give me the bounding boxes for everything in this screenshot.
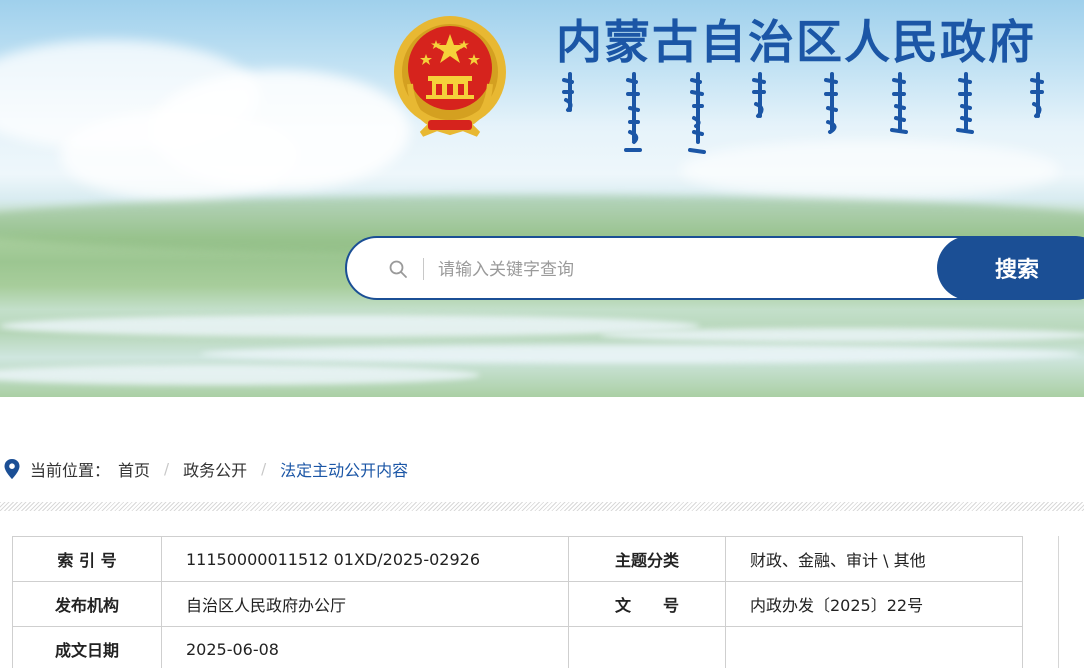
table-cell-value-empty bbox=[725, 626, 1023, 668]
content-right-border bbox=[1058, 536, 1059, 668]
breadcrumb-item-home[interactable]: 首页 bbox=[118, 457, 150, 481]
search-input[interactable] bbox=[436, 252, 920, 288]
table-cell-value-document-number: 内政办发〔2025〕22号 bbox=[725, 581, 1023, 627]
breadcrumb-separator: / bbox=[261, 460, 267, 478]
banner-cloud bbox=[60, 110, 300, 200]
breadcrumb-label: 当前位置： bbox=[30, 461, 111, 480]
banner-river bbox=[600, 328, 1084, 342]
search-icon[interactable] bbox=[388, 259, 408, 279]
table-row: 索 引 号 11150000011512 01XD/2025-02926 主题分… bbox=[12, 536, 1023, 582]
table-cell-label-empty bbox=[568, 626, 726, 668]
table-cell-value-topic: 财政、金融、审计 \ 其他 bbox=[725, 536, 1023, 582]
mongolian-script-title-icon bbox=[562, 72, 1044, 154]
table-cell-value-issuer: 自治区人民政府办公厅 bbox=[161, 581, 569, 627]
table-cell-label-index-number: 索 引 号 bbox=[12, 536, 162, 582]
banner-river bbox=[0, 315, 700, 337]
breadcrumb-item-government-affairs[interactable]: 政务公开 bbox=[183, 457, 247, 481]
site-title: 内蒙古自治区人民政府 bbox=[556, 15, 1036, 69]
document-info-table: 索 引 号 11150000011512 01XD/2025-02926 主题分… bbox=[12, 536, 1023, 668]
table-cell-label-topic: 主题分类 bbox=[568, 536, 726, 582]
table-cell-label-issuer: 发布机构 bbox=[12, 581, 162, 627]
search-separator bbox=[423, 258, 424, 280]
breadcrumb-separator: / bbox=[164, 460, 170, 478]
table-cell-label-document-number: 文 号 bbox=[568, 581, 726, 627]
search-button[interactable]: 搜索 bbox=[937, 236, 1084, 300]
location-pin-icon bbox=[4, 459, 20, 479]
breadcrumb: 当前位置： 首页 / 政务公开 / 法定主动公开内容 bbox=[4, 456, 408, 482]
table-row: 发布机构 自治区人民政府办公厅 文 号 内政办发〔2025〕22号 bbox=[12, 581, 1023, 627]
divider-hatch bbox=[0, 502, 1084, 511]
banner-river bbox=[200, 345, 1080, 363]
table-cell-value-index-number: 11150000011512 01XD/2025-02926 bbox=[161, 536, 569, 582]
page: 内蒙古自治区人民政府 搜索 当前位置： 首页 / 政务公开 / 法定主动公开 bbox=[0, 0, 1084, 668]
table-cell-label-date: 成文日期 bbox=[12, 626, 162, 668]
table-cell-value-date: 2025-06-08 bbox=[161, 626, 569, 668]
banner-river bbox=[0, 365, 480, 385]
breadcrumb-item-current[interactable]: 法定主动公开内容 bbox=[280, 457, 408, 481]
table-row: 成文日期 2025-06-08 bbox=[12, 626, 1023, 668]
national-emblem-icon[interactable] bbox=[392, 14, 508, 138]
